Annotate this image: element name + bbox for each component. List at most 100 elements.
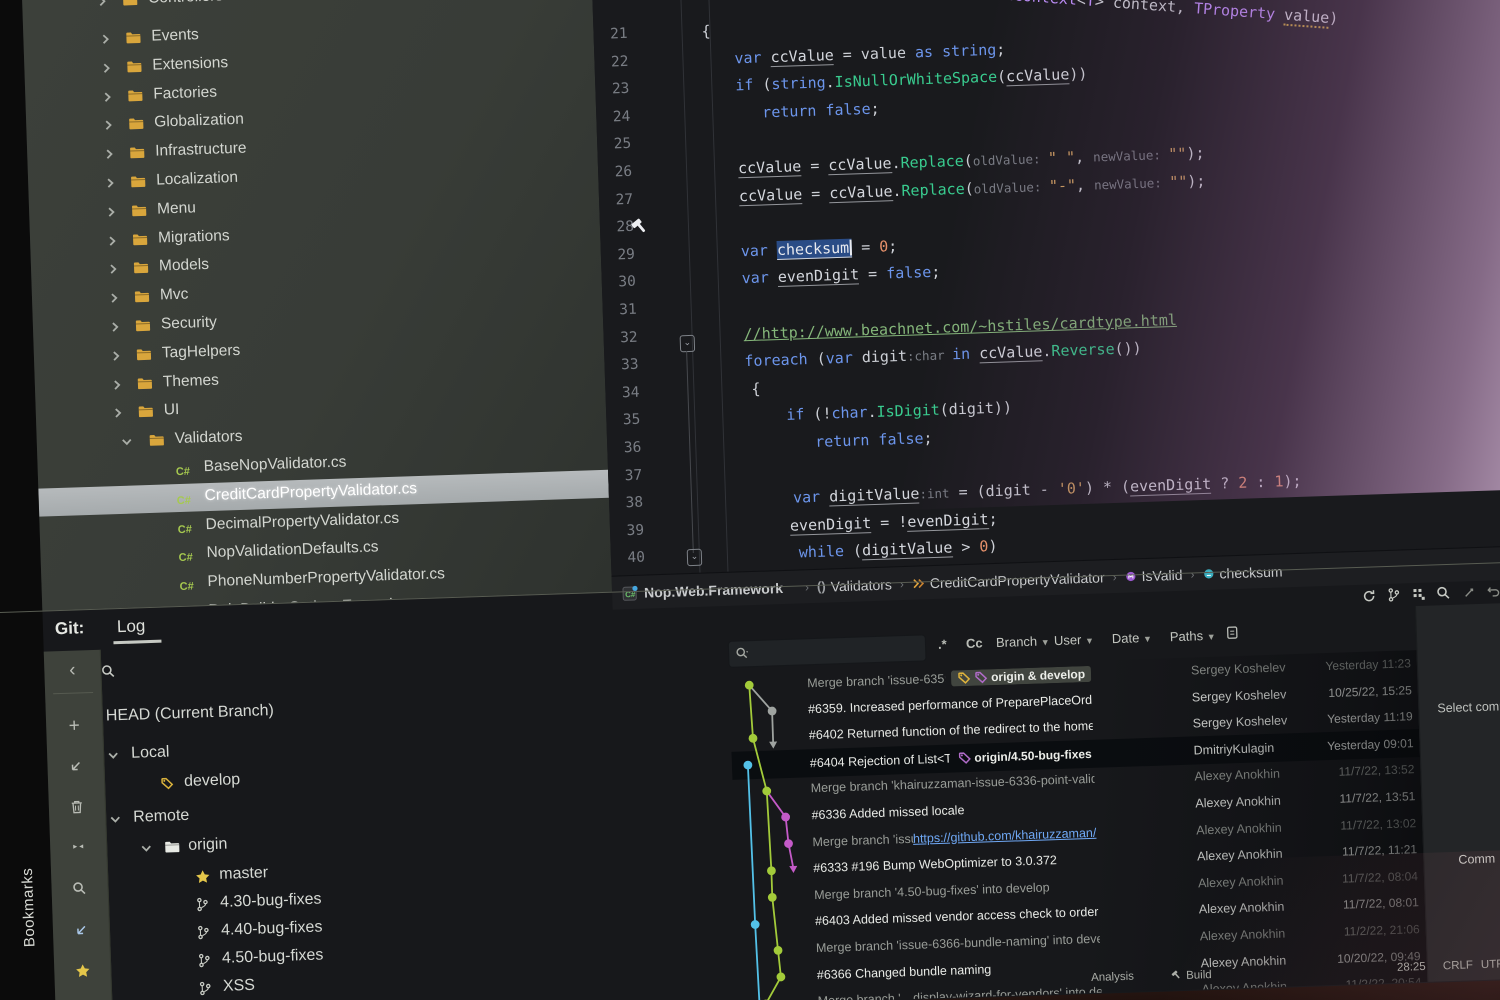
delete-icon[interactable] <box>62 792 91 821</box>
analysis-widget[interactable]: Analysis <box>1091 971 1134 984</box>
chevron-right-icon[interactable] <box>104 176 117 194</box>
chevron-down-icon[interactable] <box>107 748 120 766</box>
chevron-right-icon[interactable] <box>103 147 116 165</box>
code-token: IsNullOrWhiteSpace <box>834 68 997 91</box>
pin-icon[interactable] <box>64 832 93 861</box>
fold-marker-icon[interactable]: ⌄ <box>687 549 703 566</box>
file-encoding[interactable]: UTF-8 <box>1481 958 1500 971</box>
code-token: ; <box>923 429 933 447</box>
folder-icon <box>128 117 145 136</box>
csharp-file-icon: C# <box>177 519 192 537</box>
chevron-right-icon[interactable] <box>110 349 123 367</box>
match-case-toggle[interactable]: Cc <box>966 635 983 651</box>
commit-message-text: Merge branch 'issue-6366-bundle-naming' … <box>816 932 1100 955</box>
folder-icon <box>138 405 155 424</box>
fold-marker-icon[interactable]: ⌄ <box>680 335 696 352</box>
branch-develop[interactable]: develop <box>104 774 105 800</box>
favorites-star-icon[interactable] <box>68 956 97 985</box>
code-token: { <box>701 22 711 40</box>
branch-4.40-bug-fixes[interactable]: 4.40-bug-fixes <box>109 924 110 950</box>
filter-date[interactable]: Date ▼ <box>1112 630 1152 646</box>
group-remote[interactable]: Remote <box>105 808 106 834</box>
caret-position[interactable]: 28:25 <box>1397 961 1426 974</box>
undo-icon[interactable] <box>1485 583 1500 600</box>
navigate-icon[interactable] <box>1460 584 1477 601</box>
chevron-right-icon[interactable] <box>112 406 125 424</box>
code-text: var checksum = 0; <box>741 237 898 260</box>
chevron-right-icon[interactable] <box>108 291 121 309</box>
chevron-down-icon[interactable] <box>140 841 153 859</box>
code-token: return <box>815 431 879 451</box>
commit-author: Alexey Anokhin <box>1195 794 1281 811</box>
commit-list[interactable]: Merge branch 'issue-6359-increase-perfor… <box>729 650 1428 1000</box>
chevron-right-icon[interactable] <box>96 0 109 12</box>
code-token: { <box>751 379 761 397</box>
code-token: ccValue <box>829 182 893 203</box>
branch-4.50-bug-fixes[interactable]: 4.50-bug-fixes <box>110 952 111 978</box>
code-token: Reverse <box>1051 340 1115 360</box>
commit-message: Merge branch '4.50-bug-fixes' into devel… <box>814 880 1050 902</box>
commit-search-input[interactable] <box>728 634 927 668</box>
build-widget[interactable]: Build <box>1171 968 1212 983</box>
zoom-icon[interactable] <box>1435 585 1452 602</box>
chevron-right-icon[interactable] <box>99 32 112 50</box>
branch-icon[interactable] <box>1385 587 1402 604</box>
chevron-right-icon[interactable] <box>102 118 115 136</box>
regex-toggle[interactable]: .* <box>938 637 947 652</box>
details-placeholder: Select commit to <box>1437 698 1500 715</box>
add-icon[interactable]: + <box>60 712 89 741</box>
refresh-icon[interactable] <box>1360 587 1377 604</box>
code-token: ccValue <box>1006 65 1070 86</box>
line-number: 39 <box>610 522 645 539</box>
line-separator[interactable]: CRLF <box>1443 959 1473 972</box>
group-local[interactable]: Local <box>103 744 104 770</box>
tree-item-label: Localization <box>156 169 238 190</box>
ide-window: Bookmarks ControllersEventsExtensionsFac… <box>0 0 1500 1000</box>
code-editor[interactable]: 2 ext methods2 exposing APIs override bo… <box>592 0 1500 576</box>
tree-item-label: UI <box>164 401 180 420</box>
filter-paths[interactable]: Paths ▼ <box>1170 628 1216 645</box>
chevron-right-icon[interactable] <box>105 205 118 223</box>
search-icon[interactable] <box>100 663 117 690</box>
view-options-icon[interactable] <box>1410 586 1427 603</box>
remote-origin[interactable]: origin <box>106 838 107 864</box>
branch-head[interactable]: HEAD (Current Branch) <box>102 706 103 732</box>
branch-4.30-bug-fixes[interactable]: 4.30-bug-fixes <box>108 896 109 922</box>
chevron-down-icon[interactable] <box>109 812 122 830</box>
chevron-right-icon[interactable] <box>111 377 124 395</box>
filter-branch[interactable]: Branch ▼ <box>996 633 1050 650</box>
line-number: 26 <box>598 164 633 181</box>
ref-tag[interactable]: origin & develop <box>951 666 1091 687</box>
csharp-file-icon: C# <box>179 577 194 595</box>
branch-master[interactable]: master <box>107 868 108 894</box>
checkout-arrow-icon[interactable] <box>61 752 90 781</box>
filter-user[interactable]: User ▼ <box>1054 632 1094 648</box>
tab-log[interactable]: Log <box>117 616 146 637</box>
chevron-right-icon[interactable] <box>101 90 114 108</box>
chevron-right-icon[interactable] <box>100 61 113 79</box>
chevron-right-icon[interactable] <box>106 233 119 251</box>
folder-icon <box>130 175 147 194</box>
chevron-down-icon[interactable] <box>121 435 134 453</box>
navigate-arrow-icon[interactable] <box>67 916 96 945</box>
git-panel-label: Git: <box>55 618 85 639</box>
line-number: 24 <box>596 109 631 126</box>
code-token: newValue: <box>1093 147 1169 164</box>
code-token: foreach <box>744 350 817 370</box>
commit-message: #6403 Added missed vendor access check t… <box>815 905 1099 928</box>
code-token: ; <box>996 40 1006 58</box>
code-text: var evenDigit = false; <box>741 263 940 288</box>
go-to-hash-icon[interactable] <box>1226 625 1242 643</box>
search-icon[interactable] <box>65 874 94 903</box>
code-token: false <box>825 100 871 119</box>
code-token: = (digit - <box>949 480 1058 502</box>
branch-label: 4.50-bug-fixes <box>222 946 324 967</box>
chevron-right-icon[interactable] <box>107 262 120 280</box>
commit-link[interactable]: https://github.com/khairuzzaman/ <box>913 825 1097 845</box>
code-token: var <box>741 268 778 287</box>
code-token: ; <box>870 99 880 117</box>
chevron-right-icon[interactable] <box>109 320 122 338</box>
code-token: "-" <box>1049 176 1077 195</box>
branch-XSS[interactable]: XSS <box>111 980 112 1000</box>
collapse-chevron-icon[interactable]: ‹ <box>58 656 87 685</box>
